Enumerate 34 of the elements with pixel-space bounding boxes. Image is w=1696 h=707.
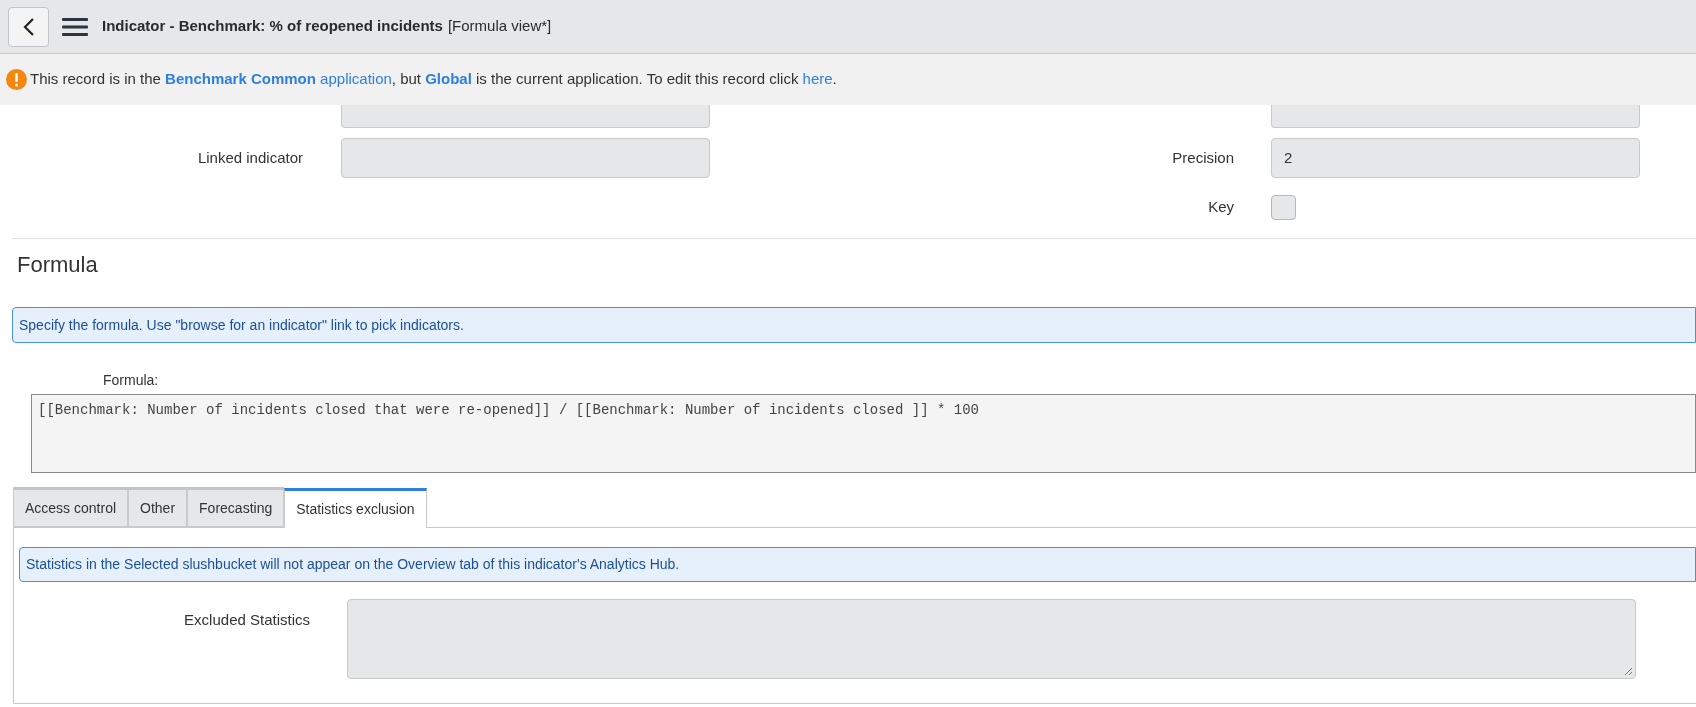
- tab[interactable]: Statistics exclusion: [284, 488, 427, 528]
- resize-handle-icon[interactable]: [1624, 667, 1633, 676]
- tab[interactable]: Other: [128, 487, 188, 527]
- tab[interactable]: Forecasting: [187, 487, 285, 527]
- info-message: Statistics in the Selected slushbucket will not appear on the Overview tab of this indicator's Analytics Hub.: [19, 547, 1696, 582]
- notice-link[interactable]: application: [315, 68, 392, 91]
- input-field[interactable]: [1271, 105, 1640, 128]
- view-name: [Formula view*]: [447, 16, 552, 37]
- menu-icon[interactable]: [62, 16, 88, 37]
- notice-text: This record is in the: [30, 69, 162, 90]
- formula-label: Formula:: [103, 372, 159, 388]
- info-message: Specify the formula. Use "browse for an indicator" link to pick indicators.: [12, 307, 1696, 343]
- section-heading: Formula: [17, 252, 98, 277]
- notice-text: .: [832, 69, 837, 90]
- checkbox[interactable]: [1271, 195, 1296, 220]
- record-title: Indicator - Benchmark: % of reopened incidents: [102, 16, 443, 37]
- notice-text: is the current application. To edit this record click: [475, 69, 800, 90]
- formula-textarea[interactable]: [[Benchmark: Number of incidents closed that were re-opened]] / [[Benchmark: Number of incidents closed ]] * 100: [31, 394, 1696, 473]
- input-field[interactable]: [341, 138, 710, 178]
- tab[interactable]: Access control: [13, 487, 129, 527]
- input-field[interactable]: [341, 105, 710, 128]
- excluded-statistics-field[interactable]: [347, 599, 1636, 679]
- notice-link[interactable]: here: [802, 68, 833, 91]
- back-icon: [22, 17, 35, 36]
- field-label: Key: [1207, 197, 1234, 218]
- field-label: Excluded Statistics: [183, 610, 310, 630]
- back-button[interactable]: [8, 6, 49, 47]
- field-label: Precision: [1171, 147, 1234, 168]
- input-field[interactable]: 2: [1271, 138, 1640, 178]
- notice-link[interactable]: Global: [425, 68, 472, 91]
- notice-link[interactable]: Benchmark Common: [165, 68, 316, 91]
- field-label: Linked indicator: [196, 147, 303, 168]
- notice-text: , but: [391, 69, 422, 90]
- warning-icon: [6, 69, 27, 90]
